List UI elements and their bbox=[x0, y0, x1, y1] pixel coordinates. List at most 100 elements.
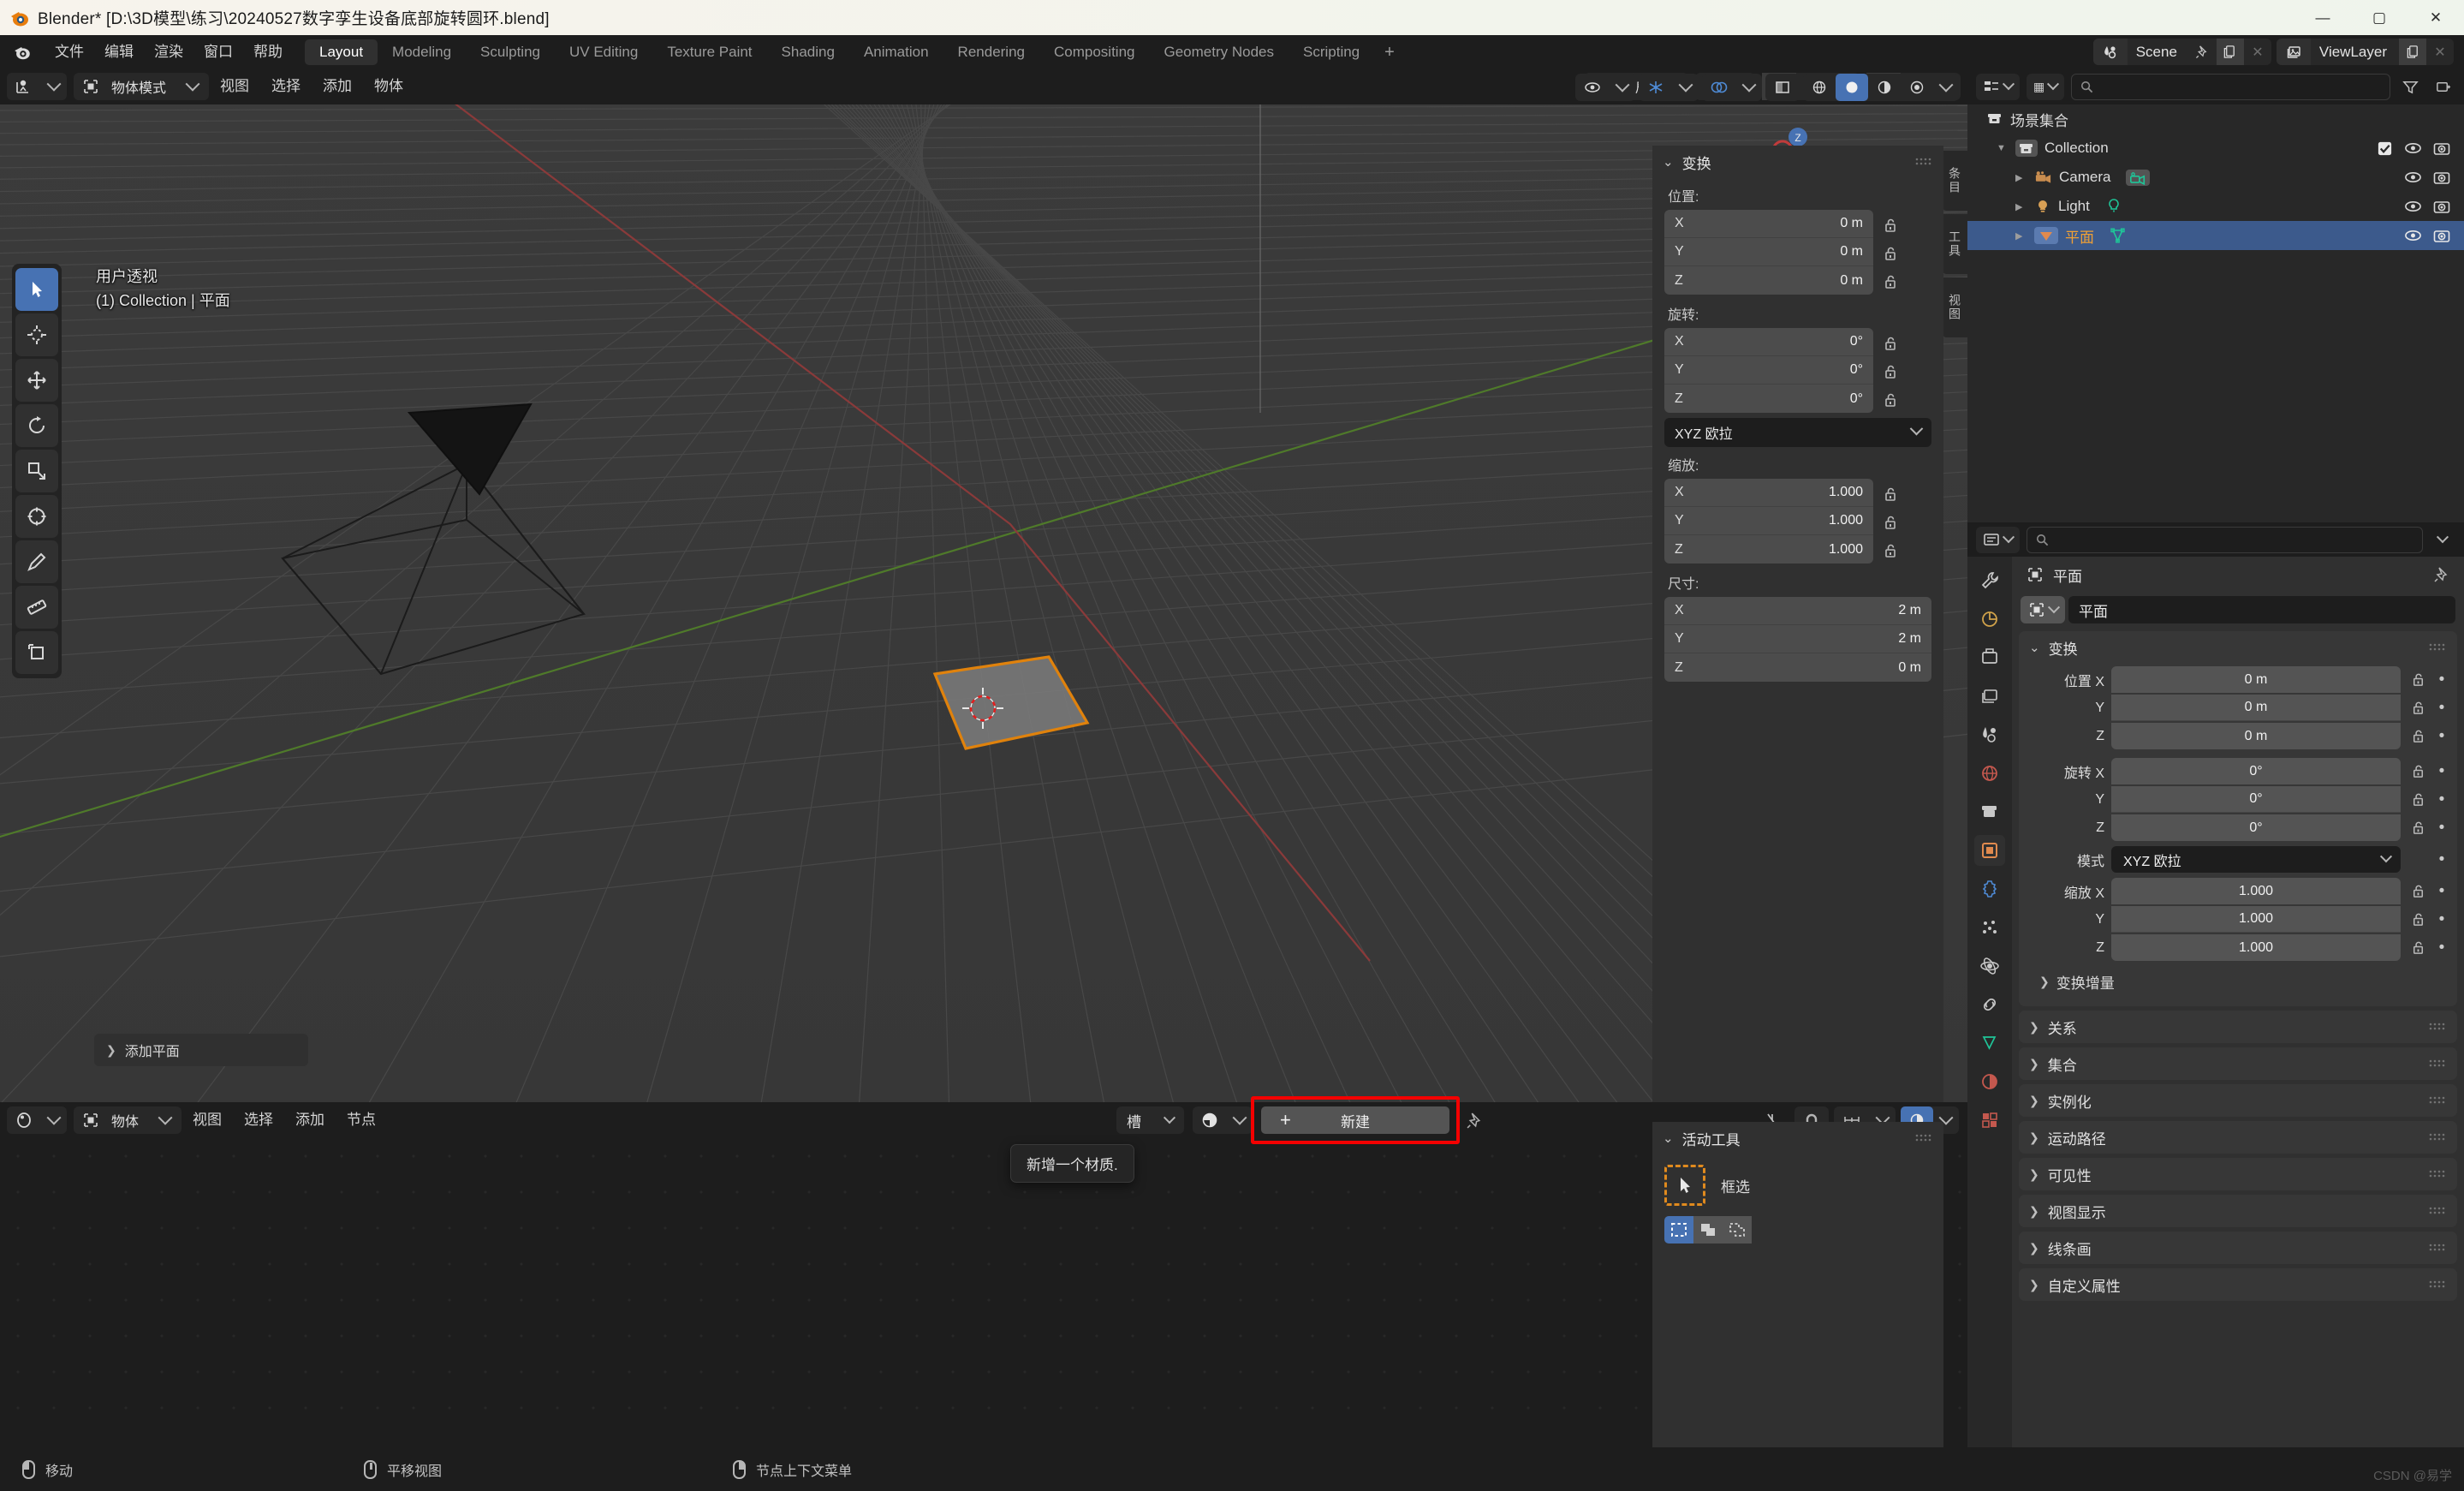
lock-location-y-icon[interactable] bbox=[1882, 239, 1899, 267]
select-mode-extend[interactable] bbox=[1693, 1216, 1723, 1243]
mode-chevron-icon[interactable] bbox=[180, 73, 205, 100]
npanel-location-z[interactable]: Z 0 m bbox=[1664, 266, 1873, 295]
select-mode-subtract[interactable] bbox=[1723, 1216, 1752, 1243]
tab-sculpting[interactable]: Sculpting bbox=[466, 39, 555, 65]
chevron-down-icon[interactable]: ⌄ bbox=[2029, 640, 2040, 655]
prop-rotation-y[interactable]: Y 0° • bbox=[2027, 785, 2449, 814]
editor-type-shader-icon[interactable] bbox=[7, 1106, 41, 1134]
prop-delta-transform[interactable]: ❯ 变换增量 bbox=[2027, 967, 2449, 996]
viewport-menu-object[interactable]: 物体 bbox=[363, 69, 414, 104]
animate-dot-icon[interactable]: • bbox=[2435, 819, 2449, 838]
chevron-down-icon[interactable]: ⌄ bbox=[1663, 1130, 1674, 1146]
npanel-dimension-y[interactable]: Y 2 m bbox=[1664, 625, 1931, 653]
outliner-editor-type[interactable] bbox=[1976, 73, 2020, 100]
lock-scale-y-icon[interactable] bbox=[1882, 508, 1899, 536]
outliner-search-input[interactable] bbox=[2071, 73, 2390, 100]
animate-dot-icon[interactable]: • bbox=[2435, 882, 2449, 901]
xray-icon[interactable] bbox=[1765, 74, 1800, 101]
animate-dot-icon[interactable]: • bbox=[2435, 850, 2449, 869]
properties-panel-collections[interactable]: ❯ 集合 bbox=[2019, 1047, 2457, 1080]
shading-material-icon[interactable] bbox=[1868, 74, 1901, 101]
prop-rotation-mode[interactable]: 模式 XYZ 欧拉 • bbox=[2027, 845, 2449, 874]
lock-icon[interactable] bbox=[2407, 671, 2428, 688]
visibility-group[interactable] bbox=[1575, 74, 1635, 101]
npanel-rotation-y[interactable]: Y 0° bbox=[1664, 356, 1873, 385]
tab-tool[interactable] bbox=[1974, 565, 2005, 596]
npanel-rotation-mode[interactable]: XYZ 欧拉 bbox=[1664, 418, 1931, 447]
minimize-button[interactable]: — bbox=[2294, 0, 2351, 35]
npanel-scale-x[interactable]: X 1.000 bbox=[1664, 479, 1873, 507]
tab-scene[interactable] bbox=[1974, 719, 2005, 750]
lock-rotation-z-icon[interactable] bbox=[1882, 385, 1899, 414]
tab-shading[interactable]: Shading bbox=[767, 39, 849, 65]
npanel-scale-z[interactable]: Z 1.000 bbox=[1664, 535, 1873, 564]
chevron-right-icon[interactable]: ❯ bbox=[2029, 1057, 2039, 1071]
outliner-filter-icon[interactable] bbox=[2397, 74, 2423, 100]
tab-compositing[interactable]: Compositing bbox=[1039, 39, 1150, 65]
tool-add-cube[interactable] bbox=[15, 631, 58, 674]
overlays-icon[interactable] bbox=[1702, 74, 1736, 101]
outliner-row-plane[interactable]: ▶ 平面 bbox=[1967, 221, 2464, 250]
tab-material[interactable] bbox=[1974, 1066, 2005, 1097]
shader-menu-select[interactable]: 选择 bbox=[233, 1102, 284, 1138]
prop-scale-x[interactable]: 缩放 X 1.000 • bbox=[2027, 877, 2449, 905]
tool-transform[interactable] bbox=[15, 495, 58, 538]
animate-dot-icon[interactable]: • bbox=[2435, 762, 2449, 781]
tool-rotate[interactable] bbox=[15, 404, 58, 447]
visibility-chevron-icon[interactable] bbox=[1610, 74, 1635, 101]
shading-chevron-icon[interactable] bbox=[1933, 74, 1959, 101]
outliner-new-collection-icon[interactable] bbox=[2430, 74, 2455, 100]
active-tool-row[interactable]: 框选 bbox=[1652, 1154, 1943, 1211]
npanel-rotation-z[interactable]: Z 0° bbox=[1664, 385, 1873, 413]
tab-constraints[interactable] bbox=[1974, 989, 2005, 1020]
tab-animation[interactable]: Animation bbox=[849, 39, 943, 65]
tab-output[interactable] bbox=[1974, 642, 2005, 673]
new-viewlayer-icon[interactable] bbox=[2399, 39, 2426, 65]
prop-scale-z[interactable]: Z 1.000 • bbox=[2027, 933, 2449, 962]
chevron-right-icon[interactable]: ❯ bbox=[2029, 1130, 2039, 1145]
properties-editor-type[interactable] bbox=[1976, 526, 2020, 553]
chevron-down-icon[interactable]: ⌄ bbox=[1663, 154, 1674, 170]
object-name-field[interactable]: 平面 bbox=[2068, 596, 2455, 623]
outliner-row-scene-collection[interactable]: 场景集合 bbox=[1967, 104, 2464, 134]
lock-icon[interactable] bbox=[2407, 911, 2428, 927]
chevron-right-icon[interactable]: ❯ bbox=[2029, 1278, 2039, 1292]
mesh-data-icon[interactable] bbox=[2110, 228, 2127, 243]
tab-render[interactable] bbox=[1974, 604, 2005, 635]
camera-render-icon[interactable] bbox=[2433, 141, 2450, 156]
scene-selector[interactable]: Scene ✕ bbox=[2092, 39, 2271, 65]
active-tool-header[interactable]: ⌄ 活动工具 bbox=[1652, 1122, 1943, 1154]
tab-uv-editing[interactable]: UV Editing bbox=[555, 39, 652, 65]
outliner-row-collection[interactable]: ▼ Collection bbox=[1967, 134, 2464, 163]
npanel-location-x[interactable]: X 0 m bbox=[1664, 210, 1873, 238]
properties-panel-motion-paths[interactable]: ❯ 运动路径 bbox=[2019, 1121, 2457, 1154]
lock-rotation-x-icon[interactable] bbox=[1882, 329, 1899, 357]
properties-panel-line-art[interactable]: ❯ 线条画 bbox=[2019, 1232, 2457, 1264]
prop-rotation-z[interactable]: Z 0° • bbox=[2027, 814, 2449, 842]
properties-panel-relations[interactable]: ❯ 关系 bbox=[2019, 1011, 2457, 1043]
prop-location-y[interactable]: Y 0 m • bbox=[2027, 694, 2449, 722]
shader-editor-type-chevron-icon[interactable] bbox=[41, 1106, 67, 1134]
lock-icon[interactable] bbox=[2407, 791, 2428, 808]
lock-icon[interactable] bbox=[2407, 728, 2428, 744]
last-operator-panel[interactable]: ❯ 添加平面 bbox=[94, 1034, 308, 1066]
properties-panel-instancing[interactable]: ❯ 实例化 bbox=[2019, 1084, 2457, 1117]
properties-panel-custom-properties[interactable]: ❯ 自定义属性 bbox=[2019, 1268, 2457, 1301]
shader-menu-add[interactable]: 添加 bbox=[284, 1102, 336, 1138]
chevron-right-icon[interactable]: ❯ bbox=[2029, 1020, 2039, 1035]
tab-rendering[interactable]: Rendering bbox=[943, 39, 1039, 65]
viewport-menu-add[interactable]: 添加 bbox=[312, 69, 363, 104]
animate-dot-icon[interactable]: • bbox=[2435, 910, 2449, 929]
eye-icon[interactable] bbox=[2404, 229, 2422, 242]
expand-triangle-icon[interactable]: ▶ bbox=[2015, 230, 2027, 242]
overlays-chevron-icon[interactable] bbox=[1736, 74, 1762, 101]
eye-icon[interactable] bbox=[2404, 141, 2422, 155]
animate-dot-icon[interactable]: • bbox=[2435, 699, 2449, 718]
chevron-right-icon[interactable]: ❯ bbox=[2029, 1167, 2039, 1182]
npanel-transform-header[interactable]: ⌄ 变换 bbox=[1652, 146, 1943, 178]
checkbox-icon[interactable] bbox=[2377, 140, 2393, 157]
camera-render-icon[interactable] bbox=[2433, 170, 2450, 185]
maximize-button[interactable]: ▢ bbox=[2351, 0, 2407, 35]
new-material-button[interactable]: + 新建 bbox=[1261, 1106, 1450, 1134]
outliner-row-light[interactable]: ▶ Light bbox=[1967, 192, 2464, 221]
